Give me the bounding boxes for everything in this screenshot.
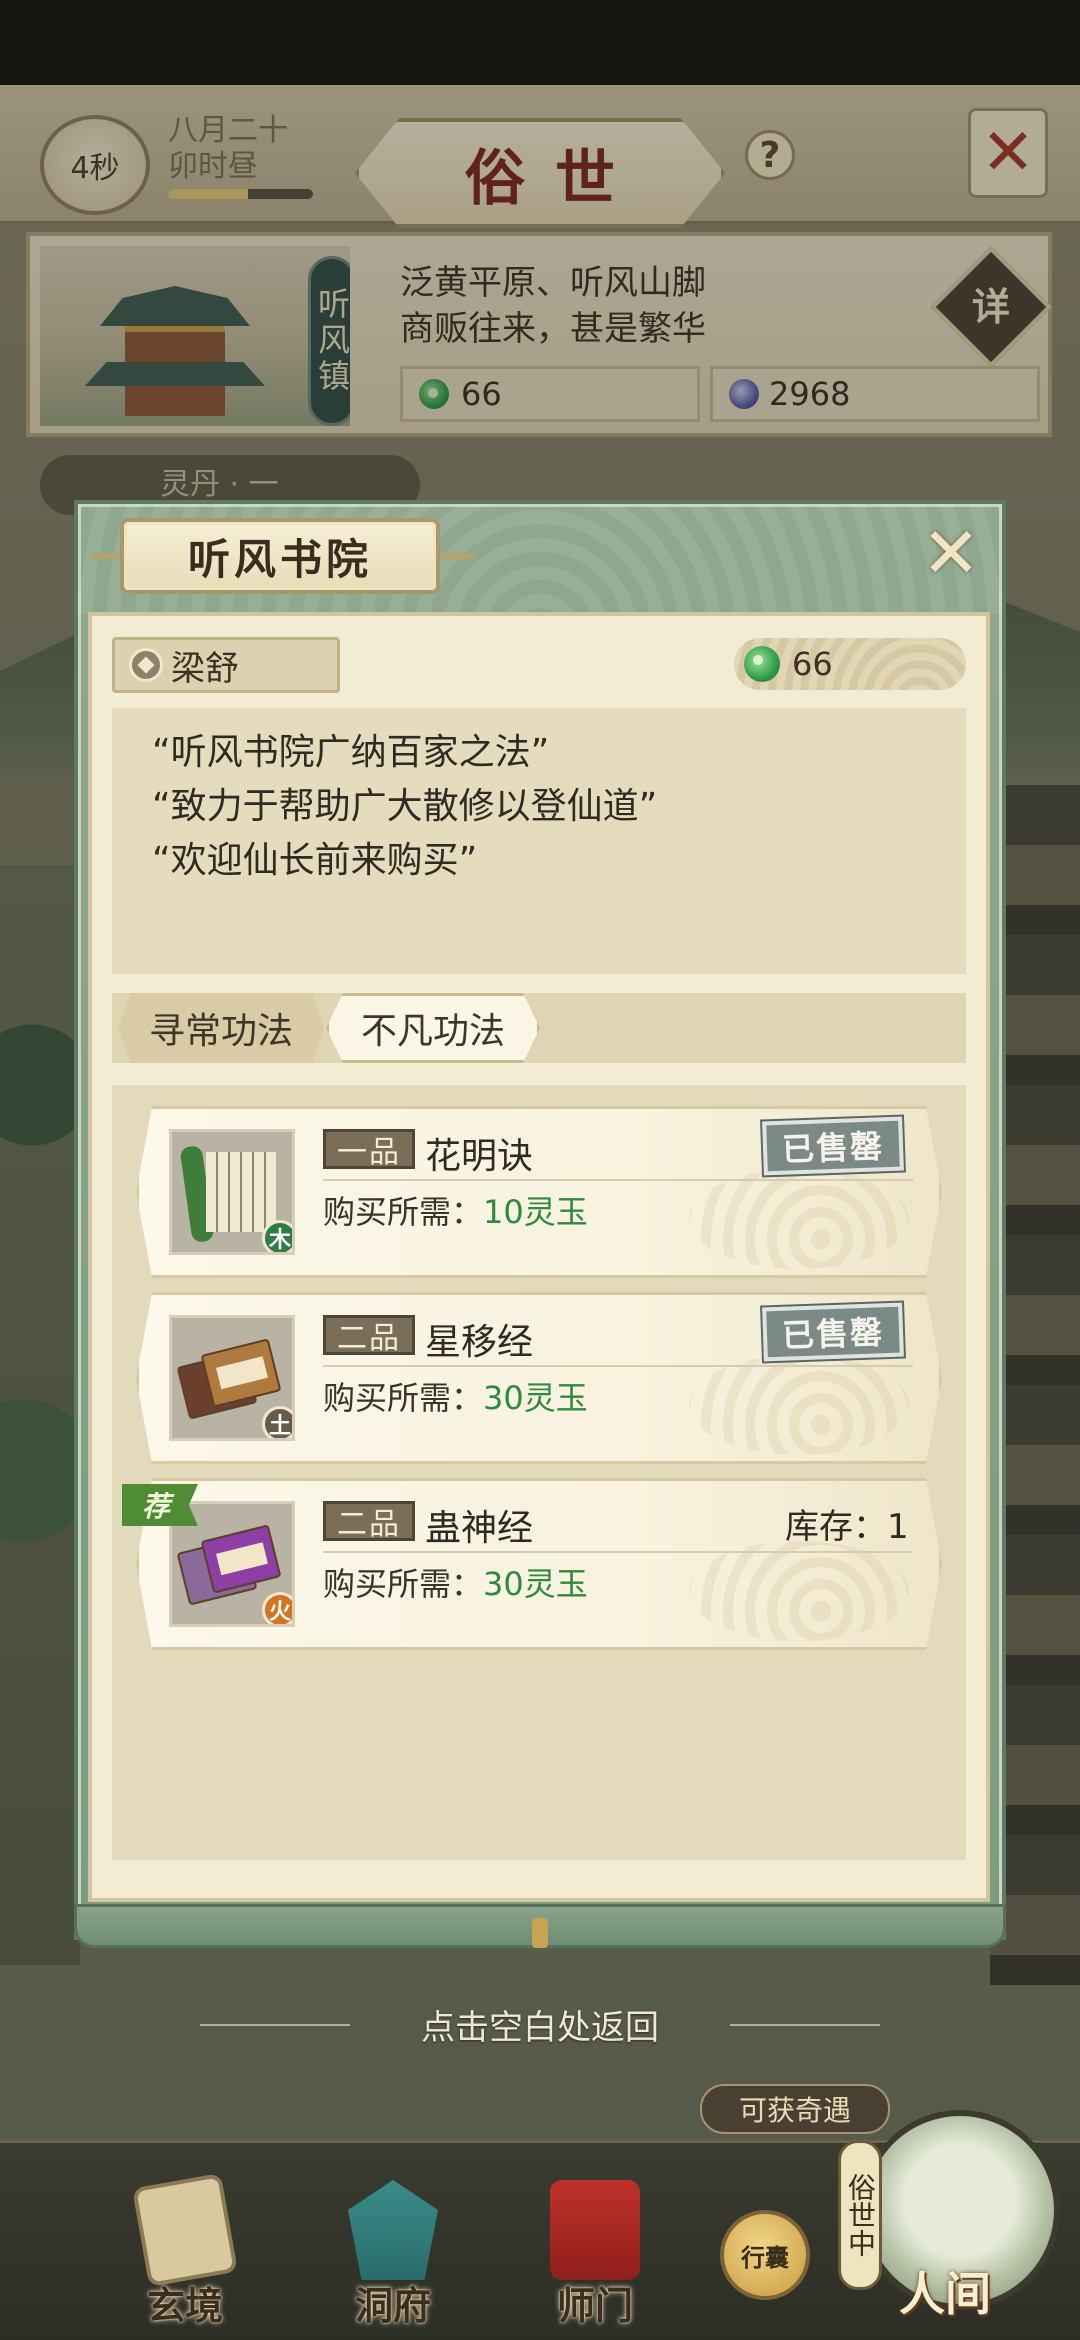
nav-shimen[interactable]: 师门 [520, 2160, 670, 2330]
cloud-pattern [689, 1355, 909, 1455]
price-label: 购买所需： [323, 1565, 484, 1603]
item-price: 购买所需：30灵玉 [323, 1559, 588, 1605]
encounter-pill[interactable]: 可获奇遇 [700, 2084, 890, 2134]
dialog-jade-counter: 66 [734, 638, 966, 690]
stock-count: 库存：1 [785, 1507, 909, 1547]
nav-xuanjing[interactable]: 玄境 [110, 2160, 260, 2330]
jade-icon [744, 646, 780, 682]
tab-rare-techniques[interactable]: 不凡功法 [326, 993, 540, 1063]
grade-tag: 二品 [323, 1501, 415, 1542]
element-badge: 木 [262, 1220, 292, 1252]
sold-out-stamp: 已售罄 [762, 1116, 904, 1176]
item-thumbnail: 土 [169, 1315, 295, 1441]
xuanjing-icon [132, 2172, 238, 2288]
rod-knob [532, 1918, 548, 1948]
nav-label: 玄境 [146, 2283, 223, 2328]
npc-name: 梁舒 [171, 648, 239, 689]
return-hint: 点击空白处返回 [421, 2008, 659, 2048]
dialog-title: 听风书院 [187, 534, 372, 584]
item-name: 花明诀 [425, 1136, 534, 1177]
grade-tag: 一品 [323, 1129, 415, 1170]
quote-line: “听风书院广纳百家之法” [152, 732, 550, 773]
sold-out-stamp: 已售罄 [762, 1302, 904, 1362]
price-label: 购买所需： [323, 1379, 484, 1417]
dialog-title-plate: 听风书院 [120, 518, 440, 594]
price-value: 30灵玉 [483, 1379, 588, 1417]
element-badge: 土 [262, 1406, 292, 1438]
cloud-pattern [689, 1169, 909, 1269]
npc-icon [129, 648, 163, 682]
npc-name-tag: 梁舒 [112, 637, 340, 693]
divider [323, 1551, 913, 1553]
tab-bar: 寻常功法 不凡功法 [112, 993, 966, 1063]
world-label: 人间 [899, 2267, 991, 2321]
nav-label: 师门 [556, 2283, 633, 2328]
price-value: 10灵玉 [483, 1193, 588, 1231]
dialog-jade-amount: 66 [792, 645, 833, 683]
bag-button[interactable]: 行囊 [720, 2210, 810, 2300]
grade-tag: 二品 [323, 1315, 415, 1356]
divider [323, 1179, 913, 1181]
item-name: 星移经 [425, 1322, 534, 1363]
tab-common-techniques[interactable]: 寻常功法 [118, 993, 324, 1063]
close-icon: ✕ [921, 512, 981, 594]
recommended-ribbon: 荐 [122, 1484, 198, 1526]
list-item[interactable]: 木 一品 花明诀 购买所需：10灵玉 已售罄 [136, 1106, 942, 1278]
item-thumbnail: 木 [169, 1129, 295, 1255]
npc-quote-box: “听风书院广纳百家之法” “致力于帮助广大散修以登仙道” “欢迎仙长前来购买” [112, 708, 966, 974]
divider [323, 1365, 913, 1367]
dongfu-icon [348, 2180, 438, 2280]
item-name: 蛊神经 [425, 1508, 534, 1549]
nav-dongfu[interactable]: 洞府 [318, 2160, 468, 2330]
list-item[interactable]: 火 二品 蛊神经 购买所需：30灵玉 库存：1 [136, 1478, 942, 1650]
shimen-icon [550, 2180, 640, 2280]
item-price: 购买所需：10灵玉 [323, 1187, 588, 1233]
scroll-paper-art [206, 1152, 276, 1232]
status-bar [0, 0, 1080, 85]
book-art [200, 1338, 282, 1408]
price-label: 购买所需： [323, 1193, 484, 1231]
cloud-pattern [689, 1541, 909, 1641]
book-art [200, 1524, 282, 1594]
element-badge: 火 [262, 1592, 292, 1624]
quote-line: “致力于帮助广大散修以登仙道” [152, 786, 658, 827]
list-item[interactable]: 土 二品 星移经 购买所需：30灵玉 已售罄 [136, 1292, 942, 1464]
dialog-close-button[interactable]: ✕ [918, 512, 984, 594]
price-value: 30灵玉 [483, 1565, 588, 1603]
nav-label: 洞府 [354, 2283, 431, 2328]
title-ornament-right [436, 553, 476, 559]
quote-line: “欢迎仙长前来购买” [152, 840, 478, 881]
item-price: 购买所需：30灵玉 [323, 1373, 588, 1419]
